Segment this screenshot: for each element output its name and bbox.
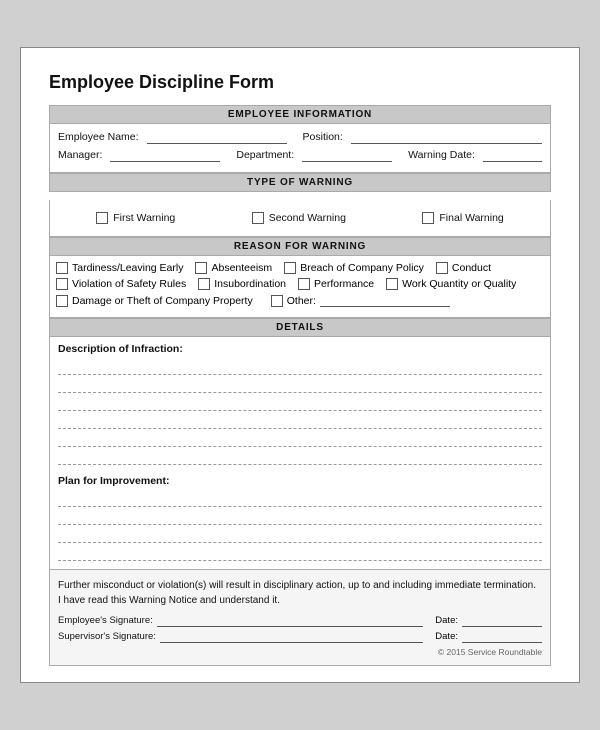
first-warning-label: First Warning [113, 212, 175, 224]
other-label: Other: [287, 295, 316, 307]
first-warning-checkbox[interactable] [96, 212, 108, 224]
reason-row-2: Violation of Safety Rules Insubordinatio… [56, 278, 544, 290]
warning-date-label: Warning Date: [408, 149, 475, 161]
absenteeism-label: Absenteeism [211, 262, 272, 274]
reason-for-warning-header: REASON FOR WARNING [49, 237, 551, 256]
description-label: Description of Infraction: [58, 343, 542, 355]
final-warning-option[interactable]: Final Warning [422, 212, 503, 224]
final-warning-checkbox[interactable] [422, 212, 434, 224]
manager-label: Manager: [58, 149, 102, 161]
employee-info-header: EMPLOYEE INFORMATION [49, 105, 551, 124]
details-header: DETAILS [49, 318, 551, 337]
second-warning-label: Second Warning [269, 212, 346, 224]
damage-theft-option[interactable]: Damage or Theft of Company Property [56, 295, 253, 307]
conduct-label: Conduct [452, 262, 491, 274]
breach-option[interactable]: Breach of Company Policy [284, 262, 424, 274]
type-of-warning-body: First Warning Second Warning Final Warni… [49, 200, 551, 237]
safety-label: Violation of Safety Rules [72, 278, 186, 290]
description-lines [58, 359, 542, 465]
supervisor-date-label: Date: [435, 631, 458, 642]
form-container: Employee Discipline Form EMPLOYEE INFORM… [20, 47, 580, 683]
reason-row-3: Damage or Theft of Company Property Othe… [56, 294, 544, 307]
breach-label: Breach of Company Policy [300, 262, 424, 274]
insubordination-label: Insubordination [214, 278, 286, 290]
department-label: Department: [236, 149, 294, 161]
position-field[interactable] [351, 130, 542, 144]
employee-info-body: Employee Name: Position: Manager: Depart… [49, 124, 551, 173]
other-field[interactable] [320, 294, 450, 307]
desc-line-3[interactable] [58, 395, 542, 411]
final-warning-label: Final Warning [439, 212, 503, 224]
employee-name-label: Employee Name: [58, 131, 139, 143]
performance-checkbox[interactable] [298, 278, 310, 290]
conduct-option[interactable]: Conduct [436, 262, 491, 274]
tardiness-label: Tardiness/Leaving Early [72, 262, 183, 274]
manager-field[interactable] [110, 148, 220, 162]
absenteeism-option[interactable]: Absenteeism [195, 262, 272, 274]
reason-row-1: Tardiness/Leaving Early Absenteeism Brea… [56, 262, 544, 274]
breach-checkbox[interactable] [284, 262, 296, 274]
plan-line-1[interactable] [58, 491, 542, 507]
performance-label: Performance [314, 278, 374, 290]
plan-lines [58, 491, 542, 561]
name-position-row: Employee Name: Position: [58, 130, 542, 144]
damage-theft-label: Damage or Theft of Company Property [72, 295, 253, 307]
department-field[interactable] [302, 148, 392, 162]
copyright: © 2015 Service Roundtable [58, 647, 542, 657]
supervisor-sig-row: Supervisor's Signature: Date: [58, 630, 542, 643]
work-quantity-option[interactable]: Work Quantity or Quality [386, 278, 516, 290]
warning-date-field[interactable] [483, 148, 542, 162]
employee-sig-label: Employee's Signature: [58, 615, 153, 626]
details-body: Description of Infraction: Plan for Impr… [49, 337, 551, 570]
desc-line-4[interactable] [58, 413, 542, 429]
second-warning-option[interactable]: Second Warning [252, 212, 346, 224]
supervisor-date-field[interactable] [462, 630, 542, 643]
plan-label: Plan for Improvement: [58, 475, 542, 487]
tardiness-checkbox[interactable] [56, 262, 68, 274]
employee-sig-row: Employee's Signature: Date: [58, 614, 542, 627]
tardiness-option[interactable]: Tardiness/Leaving Early [56, 262, 183, 274]
other-option[interactable]: Other: [271, 294, 450, 307]
damage-theft-checkbox[interactable] [56, 295, 68, 307]
form-title: Employee Discipline Form [49, 72, 551, 93]
type-of-warning-header: TYPE OF WARNING [49, 173, 551, 192]
absenteeism-checkbox[interactable] [195, 262, 207, 274]
first-warning-option[interactable]: First Warning [96, 212, 175, 224]
position-label: Position: [303, 131, 343, 143]
safety-checkbox[interactable] [56, 278, 68, 290]
supervisor-sig-label: Supervisor's Signature: [58, 631, 156, 642]
supervisor-sig-field[interactable] [160, 630, 423, 643]
insubordination-checkbox[interactable] [198, 278, 210, 290]
other-checkbox[interactable] [271, 295, 283, 307]
plan-line-4[interactable] [58, 545, 542, 561]
desc-line-6[interactable] [58, 449, 542, 465]
desc-line-2[interactable] [58, 377, 542, 393]
conduct-checkbox[interactable] [436, 262, 448, 274]
desc-line-5[interactable] [58, 431, 542, 447]
warning-options-row: First Warning Second Warning Final Warni… [58, 206, 542, 230]
work-quantity-label: Work Quantity or Quality [402, 278, 516, 290]
performance-option[interactable]: Performance [298, 278, 374, 290]
employee-date-field[interactable] [462, 614, 542, 627]
manager-dept-row: Manager: Department: Warning Date: [58, 148, 542, 162]
plan-line-2[interactable] [58, 509, 542, 525]
employee-name-field[interactable] [147, 130, 287, 144]
employee-sig-field[interactable] [157, 614, 424, 627]
reason-for-warning-body: Tardiness/Leaving Early Absenteeism Brea… [49, 256, 551, 318]
insubordination-option[interactable]: Insubordination [198, 278, 286, 290]
employee-date-label: Date: [435, 615, 458, 626]
plan-line-3[interactable] [58, 527, 542, 543]
footer-notice: Further misconduct or violation(s) will … [58, 578, 542, 608]
safety-option[interactable]: Violation of Safety Rules [56, 278, 186, 290]
work-quantity-checkbox[interactable] [386, 278, 398, 290]
second-warning-checkbox[interactable] [252, 212, 264, 224]
desc-line-1[interactable] [58, 359, 542, 375]
footer-box: Further misconduct or violation(s) will … [49, 570, 551, 666]
